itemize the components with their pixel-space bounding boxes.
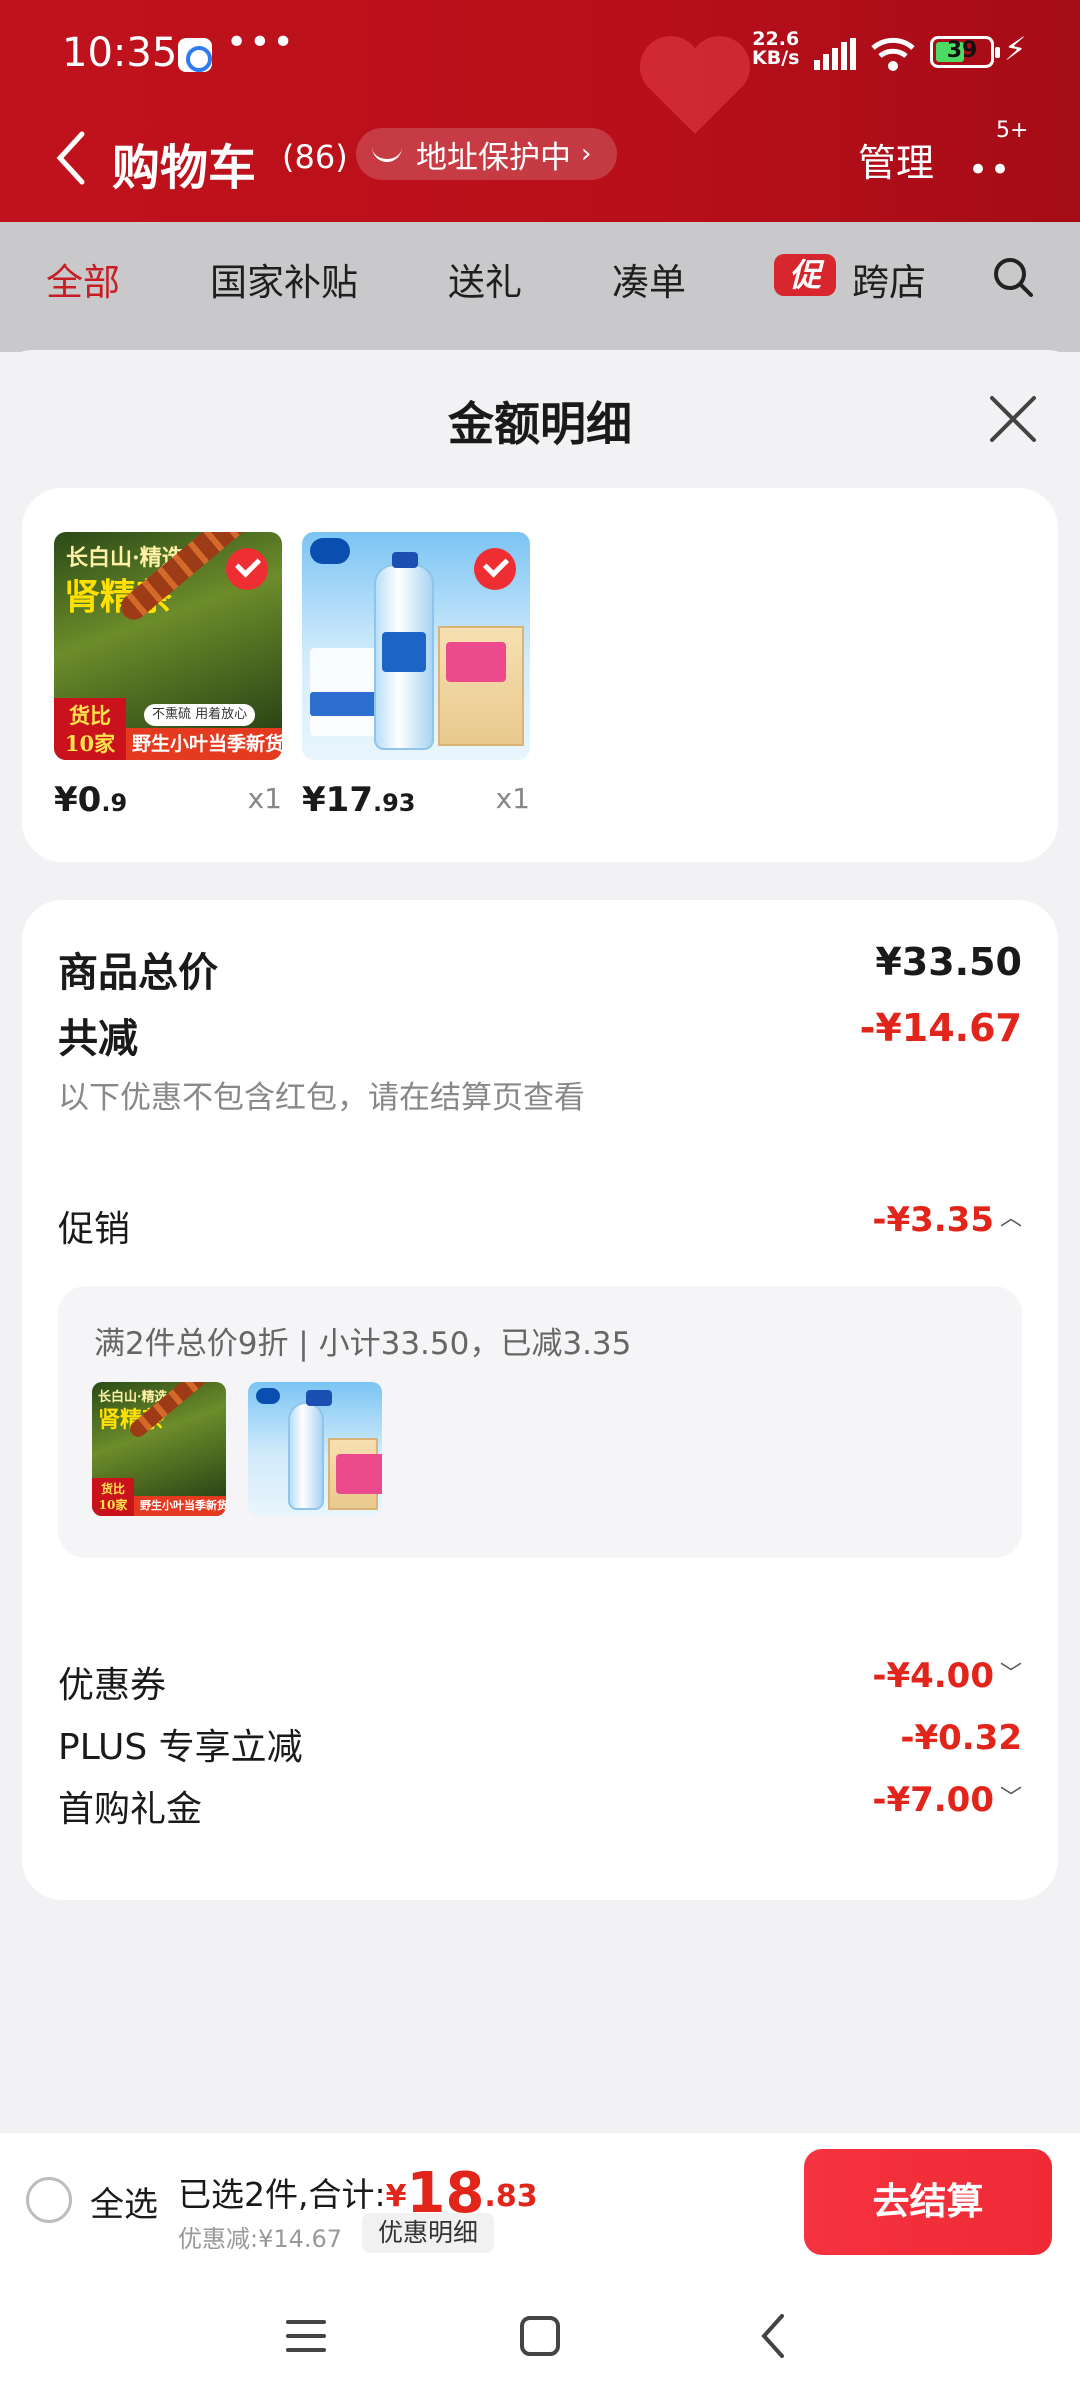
- menu-icon[interactable]: [276, 2308, 336, 2364]
- status-time: 10:35: [62, 30, 178, 76]
- network-speed: 22.6 KB/s: [752, 28, 800, 69]
- chevron-up-icon: ︿: [999, 1206, 1022, 1231]
- charging-icon: ⚡: [1004, 30, 1027, 68]
- product-image-text: 不熏硫 用着放心: [144, 704, 256, 726]
- wifi-icon: [871, 37, 915, 71]
- promotion-label: 促销: [58, 1209, 131, 1250]
- product-price: ¥17.93: [302, 780, 416, 820]
- total-price-row: 商品总价 ¥33.50: [58, 940, 1022, 1000]
- search-icon[interactable]: [992, 256, 1034, 298]
- close-icon[interactable]: [986, 392, 1040, 446]
- total-price-label: 商品总价: [58, 950, 218, 996]
- total-price-value: ¥33.50: [875, 940, 1022, 984]
- battery-level: 39: [946, 38, 978, 63]
- selected-products-card: 长白山·精选 肾精茶 不熏硫 用着放心 货比 10家 野生小叶当季新货 ¥0.9 …: [22, 488, 1058, 862]
- cart-title-bar: 购物车 (86) 地址保护中 › 管理 •• 5+: [0, 110, 1080, 222]
- manage-button[interactable]: 管理: [858, 132, 934, 187]
- product-image-badge: 货比 10家: [54, 698, 126, 760]
- tab-national-subsidy[interactable]: 国家补贴: [210, 252, 358, 306]
- battery-icon: 39: [930, 36, 1000, 68]
- checkout-bar: 全选 已选2件,合计:¥18.83 优惠减:¥14.67 优惠明细 去结算: [0, 2132, 1080, 2270]
- plus-discount-label: PLUS 专享立减: [58, 1727, 303, 1768]
- product-image-text: 野生小叶当季新货: [126, 728, 282, 760]
- first-purchase-gift-label: 首购礼金: [58, 1789, 203, 1830]
- plus-discount-value: -¥0.32: [900, 1718, 1022, 1758]
- promotion-detail-text: 满2件总价9折 | 小计33.50，已减3.35: [94, 1326, 632, 1362]
- chevron-down-icon: ﹀: [999, 1786, 1022, 1811]
- more-notifications-icon: •••: [226, 22, 296, 63]
- home-icon[interactable]: [510, 2308, 570, 2364]
- promo-tag: 促: [774, 254, 836, 296]
- system-nav-bar: [0, 2270, 1080, 2400]
- sheet-title: 金额明细: [448, 397, 632, 451]
- tab-add-on[interactable]: 凑单: [612, 252, 686, 306]
- plus-discount-row: PLUS 专享立减 -¥0.32: [58, 1718, 1022, 1778]
- promotion-value: -¥3.35 ︿: [872, 1200, 1022, 1240]
- product-price: ¥0.9: [54, 780, 128, 820]
- notification-badge: 5+: [996, 118, 1029, 143]
- coupon-label: 优惠券: [58, 1665, 167, 1706]
- tab-all[interactable]: 全部: [46, 252, 120, 306]
- tab-gift[interactable]: 送礼: [448, 252, 522, 306]
- checkout-button[interactable]: 去结算: [804, 2149, 1052, 2255]
- cart-filter-tabs: 全部 国家补贴 送礼 凑单 促 跨店: [0, 222, 1080, 352]
- tab-cross-store[interactable]: 跨店: [852, 252, 926, 306]
- chevron-right-icon: ›: [581, 139, 592, 169]
- app-notification-icon: [178, 38, 212, 72]
- discount-detail-button[interactable]: 优惠明细: [362, 2213, 495, 2253]
- check-icon[interactable]: [474, 548, 516, 590]
- page-title: 购物车: [112, 140, 257, 196]
- total-discount-value: -¥14.67: [859, 1006, 1022, 1050]
- amount-detail-sheet: 金额明细 长白山·精选 肾精茶 不熏硫 用着放心 货比 10家 野生小叶当季新货 …: [0, 350, 1080, 2132]
- address-protect-chip[interactable]: 地址保护中 ›: [356, 128, 618, 180]
- overlay-ghost-text: 道路: [466, 1118, 526, 1153]
- cart-header-background: 10:35 ••• 22.6 KB/s 39 ⚡ 购物车 (86) 地址保护中 ›: [0, 0, 1080, 222]
- more-icon[interactable]: ••: [968, 150, 1012, 190]
- select-all-label[interactable]: 全选: [90, 2177, 158, 2226]
- status-bar: 10:35 ••• 22.6 KB/s 39 ⚡: [0, 0, 1080, 110]
- back-icon[interactable]: [52, 128, 92, 188]
- product-quantity: x1: [495, 782, 530, 815]
- product-item[interactable]: 长白山·精选 肾精茶 不熏硫 用着放心 货比 10家 野生小叶当季新货 ¥0.9 …: [54, 532, 282, 820]
- smile-icon: [372, 146, 402, 162]
- select-all-checkbox[interactable]: [26, 2177, 72, 2223]
- chevron-down-icon: ﹀: [999, 1662, 1022, 1687]
- total-discount-row: 共减 -¥14.67: [58, 1006, 1022, 1066]
- back-nav-icon[interactable]: [744, 2308, 804, 2364]
- cart-count: (86): [282, 138, 348, 176]
- price-summary-card: 商品总价 ¥33.50 共减 -¥14.67 以下优惠不包含红包，请在结算页查看…: [22, 900, 1058, 1900]
- address-protect-label: 地址保护中: [416, 139, 571, 176]
- coupon-row[interactable]: 优惠券 -¥4.00 ﹀: [58, 1656, 1022, 1716]
- first-purchase-gift-value: -¥7.00 ﹀: [872, 1780, 1022, 1820]
- first-purchase-gift-row[interactable]: 首购礼金 -¥7.00 ﹀: [58, 1780, 1022, 1840]
- coupon-value: -¥4.00 ﹀: [872, 1656, 1022, 1696]
- promotion-detail-box: 满2件总价9折 | 小计33.50，已减3.35 长白山·精选 肾精茶 货比 10…: [58, 1286, 1022, 1558]
- product-quantity: x1: [247, 782, 282, 815]
- discount-summary: 优惠减:¥14.67: [178, 2225, 343, 2253]
- signal-icon: [814, 38, 856, 70]
- promotion-product-thumb: [248, 1382, 382, 1516]
- product-image-water[interactable]: [302, 532, 530, 760]
- promotion-row[interactable]: 促销 -¥3.35 ︿: [58, 1200, 1022, 1260]
- product-item[interactable]: ¥17.93 x1: [302, 532, 530, 820]
- total-discount-label: 共减: [58, 1016, 138, 1062]
- product-image-tea[interactable]: 长白山·精选 肾精茶 不熏硫 用着放心 货比 10家 野生小叶当季新货: [54, 532, 282, 760]
- check-icon[interactable]: [226, 548, 268, 590]
- promotion-product-thumb: 长白山·精选 肾精茶 货比 10家 野生小叶当季新货: [92, 1382, 226, 1516]
